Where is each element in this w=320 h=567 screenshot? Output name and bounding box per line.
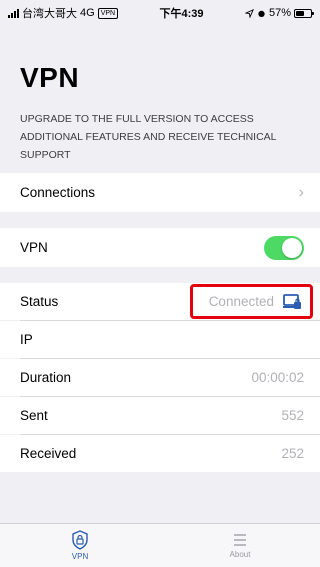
duration-label: Duration — [20, 370, 72, 385]
sent-row: Sent 552 — [0, 397, 320, 434]
carrier-name: 台湾大哥大 — [22, 8, 77, 20]
connections-label: Connections — [20, 185, 96, 200]
tab-about[interactable]: About — [160, 524, 320, 567]
sent-label: Sent — [20, 408, 48, 423]
status-label: Status — [20, 294, 59, 309]
sent-value: 552 — [281, 408, 304, 423]
battery-percent: 57% — [268, 7, 291, 19]
alarm-icon — [258, 10, 265, 17]
signal-icon — [8, 8, 19, 18]
received-row: Received 252 — [0, 435, 320, 472]
clock: 下午4:39 — [159, 8, 204, 20]
list-icon — [234, 534, 246, 546]
ip-row: IP — [0, 321, 320, 358]
tab-about-label: About — [229, 550, 251, 559]
vpn-toggle-row: VPN — [0, 228, 320, 267]
tab-vpn[interactable]: VPN — [0, 524, 160, 567]
received-value: 252 — [281, 446, 304, 461]
lock-shield-icon — [72, 530, 88, 550]
received-label: Received — [20, 446, 77, 461]
upgrade-notice[interactable]: UPGRADE TO THE FULL VERSION TO ACCESS AD… — [20, 110, 305, 164]
network-type: 4G — [80, 7, 95, 19]
tab-vpn-label: VPN — [71, 552, 89, 561]
duration-value: 00:00:02 — [251, 370, 304, 385]
vpn-toggle-switch[interactable] — [264, 235, 304, 260]
connections-row[interactable]: Connections › — [0, 173, 320, 212]
toggle-knob — [282, 237, 302, 258]
ip-label: IP — [20, 332, 33, 347]
status-highlight-box: Connected — [190, 284, 313, 319]
vpn-toggle-label: VPN — [20, 240, 48, 255]
tab-bar: VPN About — [0, 523, 320, 567]
status-value: Connected — [208, 294, 274, 309]
connected-computer-icon — [283, 293, 301, 309]
status-bar-left: 台湾大哥大 4G VPN — [8, 5, 119, 21]
duration-row: Duration 00:00:02 — [0, 359, 320, 396]
location-arrow-icon — [244, 8, 254, 18]
page-title: VPN — [20, 62, 80, 93]
chevron-right-icon: › — [298, 183, 304, 201]
status-bar-right: 57% — [244, 7, 314, 19]
vpn-status-badge: VPN — [97, 7, 119, 19]
battery-icon — [294, 8, 314, 18]
status-bar: 台湾大哥大 4G VPN 下午4:39 57% — [0, 0, 320, 26]
